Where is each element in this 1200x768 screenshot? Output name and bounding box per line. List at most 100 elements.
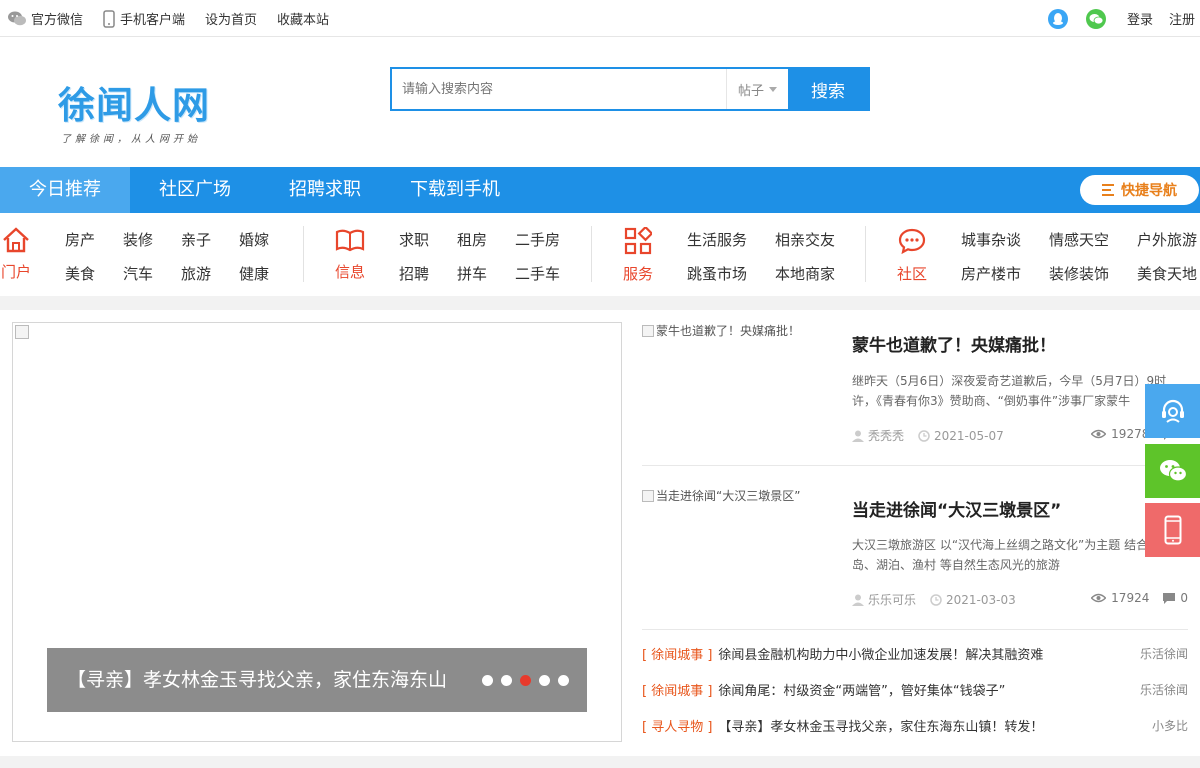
divider [591,226,592,282]
category-link[interactable]: 二手房 [515,229,560,250]
search-scope-label: 帖子 [737,83,764,99]
category-link[interactable]: 租房 [457,229,487,250]
news-title[interactable]: 【寻亲】孝女林金玉寻找父亲，家住东海东山镇！转发！ [718,716,1152,735]
article-meta: 乐乐可乐 2021-03-03 [852,591,1030,608]
category-link[interactable]: 户外旅游 [1137,229,1197,250]
article-title[interactable]: 当走进徐闻“大汉三墩景区” [852,496,1061,521]
slider-dot[interactable] [501,675,512,686]
category-link[interactable]: 二手车 [515,263,560,284]
section-separator [0,296,1200,310]
news-title[interactable]: 徐闻县金融机构助力中小微企业加速发展！解决其融资难 [718,644,1140,663]
news-title[interactable]: 徐闻角尾：村级资金“两端管”，管好集体“钱袋子” [718,680,1140,699]
tab-download-mobile[interactable]: 下载到手机 [390,167,520,213]
wechat-float-button[interactable] [1145,444,1200,498]
phone-icon [1164,515,1181,545]
category-link[interactable]: 相亲交友 [775,229,835,250]
chat-bubble-icon [898,228,926,255]
mobile-client-link[interactable]: 手机客户端 [103,9,185,28]
headset-icon [1161,399,1184,423]
slider-dot[interactable] [558,675,569,686]
wechat-login-button[interactable] [1085,8,1106,29]
news-tag[interactable]: [ 寻人寻物 ] [642,716,712,735]
news-item[interactable]: [ 徐闻城事 ] 徐闻角尾：村级资金“两端管”，管好集体“钱袋子” 乐活徐闻 [642,680,1188,699]
slider-dot-active[interactable] [520,675,531,686]
article-date-text: 2021-03-03 [946,592,1016,607]
news-item[interactable]: [ 寻人寻物 ] 【寻亲】孝女林金玉寻找父亲，家住东海东山镇！转发！ 小多比 [642,716,1188,735]
eye-icon [1091,593,1107,603]
article-author[interactable]: 乐乐可乐 [852,591,916,608]
news-source: 乐活徐闻 [1139,683,1188,697]
tab-community-square[interactable]: 社区广场 [130,167,260,213]
category-link[interactable]: 本地商家 [775,263,835,284]
category-link[interactable]: 美食 [65,263,95,284]
slider-caption-text: 【寻亲】孝女林金玉寻找父亲，家住东海东山 [67,669,448,691]
customer-service-button[interactable] [1145,384,1200,438]
news-tag[interactable]: [ 徐闻城事 ] [642,680,712,699]
category-link[interactable]: 汽车 [123,263,153,284]
clock-icon [930,593,942,606]
mobile-float-button[interactable] [1145,503,1200,557]
article-author-name: 乐乐可乐 [868,593,917,607]
category-link[interactable]: 招聘 [399,263,429,284]
home-icon [3,227,29,253]
category-link[interactable]: 婚嫁 [239,229,269,250]
article-title[interactable]: 蒙牛也道歉了！央媒痛批！ [852,331,1056,356]
slider-dots [474,675,569,686]
top-bar-left: 官方微信 手机客户端 设为首页 收藏本站 [8,0,349,37]
user-icon [852,430,864,442]
logo-title: 徐闻人网 [58,84,210,127]
news-item[interactable]: [ 徐闻城事 ] 徐闻县金融机构助力中小微企业加速发展！解决其融资难 乐活徐闻 [642,644,1188,663]
slider-dot[interactable] [539,675,550,686]
category-link[interactable]: 求职 [399,229,429,250]
article-description: 继昨天（5月6日）深夜爱奇艺道歉后，今早（5月7日）9时许，《青春有你3》赞助商… [852,374,1167,408]
community-category[interactable]: 社区 [892,227,932,284]
category-link[interactable]: 装修装饰 [1049,263,1109,284]
slider-dot[interactable] [482,675,493,686]
portal-category[interactable]: 门户 [0,227,32,282]
image-slider[interactable]: 【寻亲】孝女林金玉寻找父亲，家住东海东山 [12,322,622,742]
category-link[interactable]: 情感天空 [1049,229,1109,250]
qq-login-button[interactable] [1047,8,1068,29]
login-link[interactable]: 登录 [1127,9,1153,28]
category-link[interactable]: 拼车 [457,263,487,284]
article-author[interactable]: 秃秃秃 [852,427,904,444]
bookmark-site-link[interactable]: 收藏本站 [277,9,329,28]
mobile-client-label: 手机客户端 [120,13,186,28]
service-category[interactable]: 服务 [618,225,658,284]
quick-nav-button[interactable]: 快捷导航 [1080,175,1199,205]
set-homepage-label: 设为首页 [205,13,258,28]
search-scope-select[interactable]: 帖子 [726,69,788,109]
register-link[interactable]: 注册 [1169,9,1195,28]
category-link[interactable]: 旅游 [181,263,211,284]
broken-image-icon [15,325,29,339]
slider-caption[interactable]: 【寻亲】孝女林金玉寻找父亲，家住东海东山 [47,648,587,712]
category-link[interactable]: 美食天地 [1137,263,1197,284]
news-source: 乐活徐闻 [1139,647,1188,661]
category-link[interactable]: 房产 [65,229,95,250]
divider [303,226,304,282]
category-link[interactable]: 跳蚤市场 [687,263,747,284]
info-category[interactable]: 信息 [330,227,370,282]
article-thumbnail[interactable]: 蒙牛也道歉了！央媒痛批！ [642,322,800,339]
category-link[interactable]: 装修 [123,229,153,250]
site-logo[interactable]: 徐闻人网 了解徐闻，从人网开始 [58,84,210,146]
top-bar-right: 登录 注册 [1047,0,1200,37]
open-book-icon [335,229,365,252]
category-link[interactable]: 房产楼市 [961,263,1021,284]
official-wechat-link[interactable]: 官方微信 [8,9,83,28]
set-homepage-link[interactable]: 设为首页 [205,9,257,28]
tab-today-recommend[interactable]: 今日推荐 [0,167,130,213]
category-link[interactable]: 城事杂谈 [961,229,1021,250]
top-bar: 官方微信 手机客户端 设为首页 收藏本站 登录 注册 [0,0,1200,37]
search-button[interactable]: 搜索 [788,69,868,109]
tab-recruitment[interactable]: 招聘求职 [260,167,390,213]
category-link[interactable]: 生活服务 [687,229,747,250]
wechat-icon [8,11,26,26]
news-tag[interactable]: [ 徐闻城事 ] [642,644,712,663]
community-label: 社区 [896,265,927,283]
search-input[interactable] [392,69,726,109]
article-thumbnail[interactable]: 当走进徐闻“大汉三墩景区” [642,487,800,504]
qq-icon [1052,12,1063,25]
category-link[interactable]: 亲子 [181,229,211,250]
category-link[interactable]: 健康 [239,263,269,284]
